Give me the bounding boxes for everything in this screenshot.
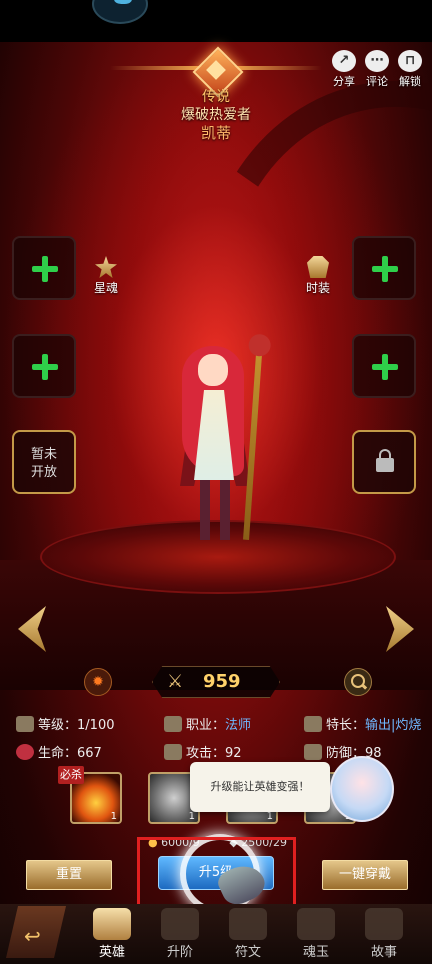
stat-attack: 攻击：92 bbox=[164, 742, 242, 761]
attack-icon bbox=[164, 744, 182, 760]
equip-all-button[interactable]: 一键穿戴 bbox=[322, 860, 408, 890]
back-arrow-icon: ↩ bbox=[24, 924, 41, 948]
tab-soul-jade[interactable]: 魂玉 bbox=[288, 906, 344, 960]
plus-icon bbox=[372, 256, 398, 282]
hero-screen: 传说 爆破热爱者 凯蒂 ↗ 分享 ⋯ 评论 ⊓ 解锁 暂未 开放 星魂 时装 ✹… bbox=[0, 0, 432, 964]
tab-story[interactable]: 故事 bbox=[356, 906, 412, 960]
hero-title: 爆破热爱者 bbox=[181, 107, 251, 123]
comment-icon: ⋯ bbox=[365, 50, 389, 72]
plus-icon bbox=[32, 354, 58, 380]
plus-icon bbox=[372, 354, 398, 380]
lock-icon bbox=[376, 449, 394, 472]
tab-ascend[interactable]: 升阶 bbox=[152, 906, 208, 960]
rune-icon bbox=[229, 908, 267, 940]
soul-jade-icon bbox=[297, 908, 335, 940]
ascend-icon bbox=[161, 908, 199, 940]
ultimate-tag: 必杀 bbox=[58, 766, 84, 784]
combat-power-value: 959 bbox=[203, 671, 241, 692]
tab-hero[interactable]: 英雄 bbox=[84, 906, 140, 960]
hero-character[interactable] bbox=[160, 340, 280, 550]
plus-icon bbox=[32, 256, 58, 282]
hero-cards-icon bbox=[93, 908, 131, 940]
shield-icon bbox=[304, 744, 322, 760]
hero-name: 凯蒂 bbox=[200, 124, 231, 142]
crossed-swords-icon: ⚔ bbox=[167, 671, 184, 692]
share-button[interactable]: ↗ 分享 bbox=[327, 50, 361, 89]
equip-slot-left-2[interactable] bbox=[12, 334, 76, 398]
stat-specialty: 特长：输出|灼烧 bbox=[304, 714, 421, 733]
star-soul-icon bbox=[95, 256, 117, 278]
equip-slot-left-1[interactable] bbox=[12, 236, 76, 300]
guide-tooltip: 升级能让英雄变强！ bbox=[190, 762, 330, 812]
status-avatar-icon bbox=[92, 0, 148, 24]
unlock-icon: ⊓ bbox=[398, 50, 422, 72]
star-soul-button[interactable]: 星魂 bbox=[86, 256, 126, 296]
locked-slot-right[interactable] bbox=[352, 430, 416, 494]
share-icon: ↗ bbox=[332, 50, 356, 72]
reset-button[interactable]: 重置 bbox=[26, 860, 112, 890]
unlock-button[interactable]: ⊓ 解锁 bbox=[393, 50, 427, 89]
comment-label: 评论 bbox=[366, 75, 388, 88]
combat-power-panel: ⚔ 959 bbox=[152, 666, 280, 698]
search-icon[interactable] bbox=[344, 668, 372, 696]
stat-class: 职业：法师 bbox=[164, 714, 251, 733]
comment-button[interactable]: ⋯ 评论 bbox=[360, 50, 394, 89]
costume-button[interactable]: 时装 bbox=[298, 256, 338, 296]
star-soul-label: 星魂 bbox=[93, 281, 118, 295]
level-icon bbox=[16, 716, 34, 732]
tab-rune[interactable]: 符文 bbox=[220, 906, 276, 960]
equip-slot-right-1[interactable] bbox=[352, 236, 416, 300]
stat-hp: 生命：667 bbox=[16, 742, 102, 761]
heart-icon bbox=[16, 744, 34, 760]
guide-character-avatar bbox=[330, 756, 394, 822]
book-icon bbox=[304, 716, 322, 732]
equip-slot-right-2[interactable] bbox=[352, 334, 416, 398]
rarity-label: 传说 bbox=[202, 89, 230, 105]
stat-level: 等级：1/100 bbox=[16, 714, 114, 733]
fire-element-icon[interactable]: ✹ bbox=[84, 668, 112, 696]
locked-slot[interactable]: 暂未 开放 bbox=[12, 430, 76, 494]
unlock-label: 解锁 bbox=[399, 75, 421, 88]
story-book-icon bbox=[365, 908, 403, 940]
class-icon bbox=[164, 716, 182, 732]
costume-label: 时装 bbox=[305, 281, 330, 295]
locked-slot-label: 暂未 开放 bbox=[30, 447, 57, 480]
costume-icon bbox=[307, 256, 329, 278]
status-bar bbox=[0, 0, 432, 42]
share-label: 分享 bbox=[333, 75, 355, 88]
